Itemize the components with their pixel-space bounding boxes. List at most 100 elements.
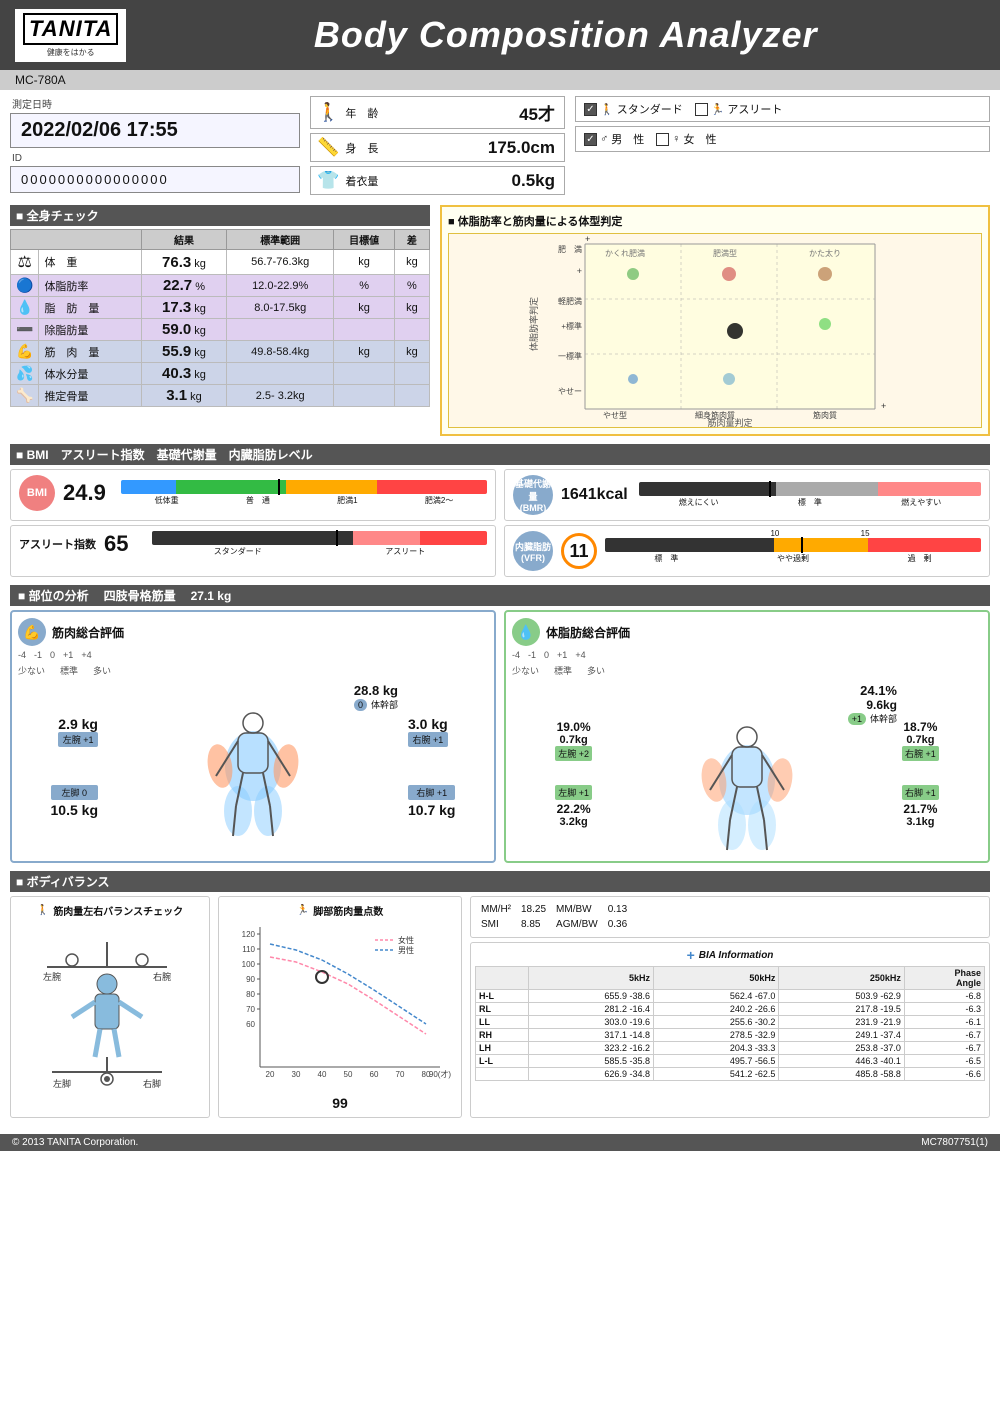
standard-icon: 🚶: [600, 103, 614, 116]
male-checkbox[interactable]: ✓: [584, 133, 597, 146]
bmi-section-title: ■ BMI アスリート指数 基礎代謝量 内臓脂肪レベル: [10, 444, 990, 465]
zenshin-bodytype-row: ■ 全身チェック 結果 標準範囲 目標値 差 ⚖: [10, 205, 990, 436]
athlete-labels: スタンダード アスリート: [152, 546, 487, 557]
zenshin-table: 結果 標準範囲 目標値 差 ⚖ 体 重 76.3 kg 56.7-76.3kg: [10, 229, 430, 407]
svg-text:軽肥満: 軽肥満: [558, 297, 582, 306]
bia-row-ll: LL 303.0 -19.6 255.6 -30.2 231.9 -21.9 -…: [476, 1016, 985, 1029]
bia-seg-hl: H-L: [476, 990, 529, 1003]
muscle-body-svg: [198, 711, 308, 841]
balance-icon: 🚶: [37, 905, 49, 916]
water-target: [334, 363, 395, 385]
bia-ll2-50: 495.7 -56.5: [653, 1055, 778, 1068]
left-arm-label: 左腕 +1: [58, 732, 98, 747]
footer: © 2013 TANITA Corporation. MC7807751(1): [0, 1134, 1000, 1151]
fat-scale-0: 0: [544, 650, 549, 660]
svg-text:20: 20: [266, 1070, 275, 1079]
mm-bw-row-2: SMI 8.85 AGM/BW 0.36: [477, 918, 631, 931]
svg-text:筋肉質: 筋肉質: [813, 410, 837, 420]
bia-extra-5: 626.9 -34.8: [528, 1068, 653, 1081]
bmi-bar: [121, 480, 487, 494]
bmi-seg-2: [176, 480, 286, 494]
bmr-label-2: 標 準: [798, 497, 822, 508]
bmi-labels: 低体重 普 通 肥満1 肥満2～: [121, 495, 487, 506]
bmr-label-1: 燃えにくい: [679, 497, 719, 508]
bia-plus-icon: +: [687, 947, 695, 963]
vfr-card: 内臓脂肪(VFR) 11 10 15: [504, 525, 990, 577]
svg-text:110: 110: [242, 945, 255, 954]
bmi-label-4: 肥満2～: [425, 495, 453, 506]
fat-mass-diff: kg: [394, 297, 429, 319]
mm-h2-label: MM/H²: [477, 903, 515, 916]
weight-result: 76.3 kg: [141, 250, 226, 275]
parts-header: ■ 部位の分析 四肢骨格筋量 27.1 kg: [10, 585, 990, 606]
bia-rh-phase: -6.7: [904, 1029, 984, 1042]
gender-row: ✓ ♂ 男 性 ♀ 女 性: [575, 126, 990, 152]
muscle-right-leg: 右脚 +1 10.7 kg: [408, 785, 455, 818]
leg-score-title: 🏃 脚部筋肉量点数: [225, 903, 455, 918]
fat-body-layout: 19.0% 0.7kg 左腕 +2 左脚 +1 22.2% 3.2kg: [512, 683, 982, 855]
standard-checkbox[interactable]: ✓: [584, 103, 597, 116]
bia-hl-250: 503.9 -62.9: [779, 990, 904, 1003]
leg-score-value: 99: [225, 1095, 455, 1111]
bmi-label-2: 普 通: [246, 495, 270, 506]
parts-title: ■ 部位の分析: [18, 587, 89, 604]
water-result: 40.3 kg: [141, 363, 226, 385]
muscle-name: 筋 肉 量: [39, 341, 141, 363]
fat-scale-mid: 標準: [554, 664, 572, 677]
muscle-right-vals: 3.0 kg 右腕 +1 右脚 +1 10.7 kg: [408, 706, 488, 818]
height-label: 身 長: [345, 140, 378, 156]
bia-ll-50: 255.6 -30.2: [653, 1016, 778, 1029]
fat-mass-target: kg: [334, 297, 395, 319]
svg-text:60: 60: [370, 1070, 379, 1079]
bia-rl-phase: -6.3: [904, 1003, 984, 1016]
bmr-label-3: 燃えやすい: [901, 497, 941, 508]
weight-diff: kg: [394, 250, 429, 275]
right-arm-value: 3.0 kg: [408, 716, 448, 732]
bmr-circle: 基礎代謝量(BMR): [513, 475, 553, 515]
leg-score-icon: 🏃: [297, 905, 309, 916]
fat-mass-result: 17.3 kg: [141, 297, 226, 319]
bone-result: 3.1 kg: [141, 385, 226, 407]
age-value: 45才: [378, 100, 555, 125]
bmr-bar-track: [639, 482, 981, 496]
bia-ll2-phase: -6.5: [904, 1055, 984, 1068]
body-type-section: ■ 体脂肪率と筋肉量による体型判定: [440, 205, 990, 436]
fat-eval-box: 💧 体脂肪総合評価 -4 -1 0 +1 +4 少ない 標準 多い: [504, 610, 990, 863]
vfr-label-2: やや過剰: [777, 553, 809, 564]
fat-left-vals: 19.0% 0.7kg 左腕 +2 左脚 +1 22.2% 3.2kg: [512, 710, 592, 828]
bmr-card: 基礎代謝量(BMR) 1641kcal: [504, 469, 990, 521]
svg-text:40: 40: [318, 1070, 327, 1079]
water-name: 体水分量: [39, 363, 141, 385]
parts-section: ■ 部位の分析 四肢骨格筋量 27.1 kg 💪 筋肉総合評価 -4 -1 0 …: [10, 585, 990, 863]
col-range: 標準範囲: [227, 230, 334, 250]
fat-eval-title: 💧 体脂肪総合評価: [512, 618, 982, 646]
fat-right-arm-pct: 18.7%: [902, 720, 939, 734]
fat-left-leg-label: 左脚 +1: [555, 785, 592, 800]
table-row: ➖ 除脂肪量 59.0 kg: [11, 319, 430, 341]
athlete-checkbox[interactable]: [695, 103, 708, 116]
bia-row-hl: H-L 655.9 -38.6 562.4 -67.0 503.9 -62.9 …: [476, 990, 985, 1003]
fat-right-arm-label: 右腕 +1: [902, 746, 939, 761]
smi-val: 8.85: [517, 918, 550, 931]
svg-text:やせ型: やせ型: [603, 411, 627, 420]
bia-seg-lh: LH: [476, 1042, 529, 1055]
svg-text:+: +: [585, 234, 590, 244]
svg-text:やせー: やせー: [558, 387, 582, 396]
balance-svg: 左腕 右腕 左脚 右脚: [17, 922, 197, 1092]
body-type-chart: 体脂肪率判定 筋肉量判定 肥 満 + 軽肥満 +標準 一標準 やせー やせ型 細…: [448, 233, 982, 428]
athlete-seg-2: [353, 531, 420, 545]
right-arm-rating: +1: [433, 735, 443, 745]
female-label: 女 性: [684, 131, 717, 147]
muscle-eval-title: 💪 筋肉総合評価: [18, 618, 488, 646]
right-leg-rating: +1: [437, 788, 447, 798]
balance-section: ■ ボディバランス 🚶 筋肉量左右バランスチェック: [10, 871, 990, 1118]
svg-text:90: 90: [246, 975, 255, 984]
fat-pct-name: 体脂肪率: [39, 275, 141, 297]
balance-row: 🚶 筋肉量左右バランスチェック: [10, 896, 990, 1118]
vfr-bar: 10 15: [605, 538, 981, 552]
fat-right-leg-rating: +1: [926, 788, 936, 798]
female-checkbox[interactable]: [656, 133, 669, 146]
athlete-label: アスリート: [727, 101, 782, 117]
water-range: [227, 363, 334, 385]
vfr-tick15: 15: [861, 529, 870, 538]
